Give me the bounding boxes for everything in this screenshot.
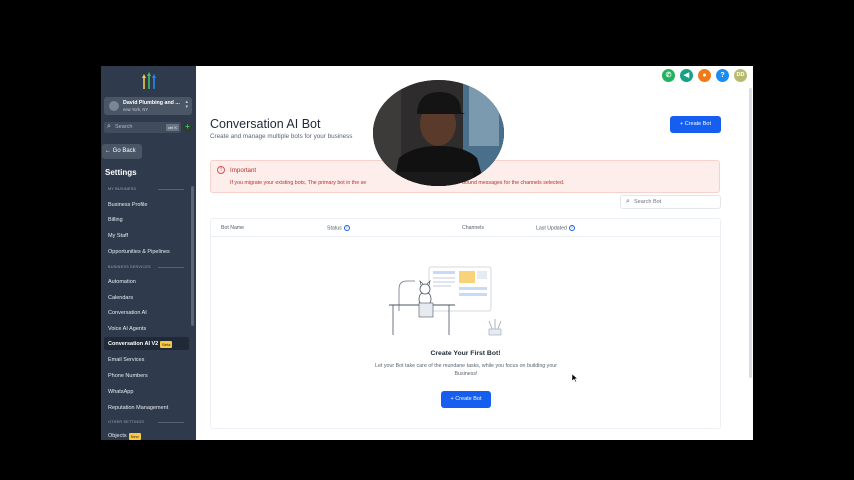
column-last-updated[interactable]: Last Updated?	[536, 225, 575, 231]
sidebar: David Plumbing and ... new York, NY ▴ ▾ ⌕…	[101, 66, 196, 440]
help-icon[interactable]: ?	[716, 69, 729, 82]
bot-search-placeholder: Search Bot	[634, 199, 662, 205]
column-label: Last Updated	[536, 225, 567, 232]
column-bot-name[interactable]: Bot Name	[221, 225, 244, 231]
settings-title: Settings	[105, 168, 137, 177]
location-avatar	[109, 101, 119, 111]
beta-badge: Beta	[160, 341, 173, 348]
quick-add-button[interactable]: +	[183, 123, 192, 132]
empty-state-title: Create Your First Bot!	[430, 350, 501, 357]
phone-icon[interactable]: ✆	[662, 69, 675, 82]
bots-table: Bot Name Status? Channels Last Updated?	[210, 218, 721, 429]
section-other-settings: OTHER SETTINGS	[108, 420, 145, 424]
sidebar-item-voice-ai-agents[interactable]: Voice AI Agents	[108, 326, 146, 332]
chevron-updown-icon: ▴ ▾	[185, 99, 188, 110]
section-divider	[158, 422, 184, 423]
go-back-button[interactable]: ← Go Back	[102, 144, 142, 159]
sidebar-item-billing[interactable]: Billing	[108, 217, 123, 223]
sidebar-item-phone-numbers[interactable]: Phone Numbers	[108, 373, 148, 379]
sidebar-item-opportunities[interactable]: Opportunities & Pipelines	[108, 249, 170, 255]
bell-icon[interactable]: ●	[698, 69, 711, 82]
mouse-cursor-icon	[572, 374, 578, 382]
user-avatar[interactable]: DD	[734, 69, 747, 82]
question-icon[interactable]: ?	[568, 225, 575, 231]
column-channels[interactable]: Channels	[462, 225, 484, 231]
sidebar-item-conversation-ai-v2[interactable]: Conversation AI V2 Beta	[108, 341, 173, 348]
sidebar-search-input[interactable]: ⌕ Search ctrl K	[104, 122, 181, 133]
go-back-label: Go Back	[112, 148, 136, 154]
alert-body: If you migrate your existing bots, The p…	[230, 180, 564, 186]
alert-body-end: bound messages for the channels selected…	[462, 180, 565, 186]
search-icon: ⌕	[107, 123, 111, 130]
account-name: David Plumbing and ...	[123, 100, 180, 106]
sidebar-item-automation[interactable]: Automation	[108, 279, 136, 285]
sidebar-item-business-profile[interactable]: Business Profile	[108, 202, 147, 208]
column-label: Status	[327, 225, 342, 232]
empty-state-description: Let your Bot take care of the mundane ta…	[375, 363, 557, 377]
sidebar-item-label: Conversation AI V2	[108, 341, 159, 347]
sidebar-item-label: Objects	[108, 433, 127, 439]
sidebar-item-reputation-management[interactable]: Reputation Management	[108, 405, 168, 411]
header-actions: ✆ ◀ ● ? DD	[662, 69, 747, 82]
brand-logo-icon	[142, 72, 156, 89]
section-divider	[158, 189, 184, 190]
create-first-bot-button[interactable]: + Create Bot	[441, 391, 491, 408]
sidebar-search-placeholder: Search	[115, 124, 133, 130]
account-location: new York, NY	[123, 107, 149, 112]
sidebar-item-my-staff[interactable]: My Staff	[108, 233, 128, 239]
alert-title: Important	[230, 167, 257, 174]
new-badge: New	[128, 433, 141, 440]
sidebar-item-email-services[interactable]: Email Services	[108, 357, 144, 363]
sidebar-scrollbar[interactable]	[191, 186, 194, 326]
sidebar-item-calendars[interactable]: Calendars	[108, 295, 133, 301]
sidebar-item-objects[interactable]: Objects New	[108, 433, 141, 440]
column-status[interactable]: Status?	[327, 225, 350, 231]
account-switcher[interactable]: David Plumbing and ... new York, NY ▴ ▾	[104, 97, 192, 115]
megaphone-icon[interactable]: ◀	[680, 69, 693, 82]
sidebar-item-conversation-ai[interactable]: Conversation AI	[108, 310, 147, 316]
main-scrollbar[interactable]	[749, 88, 752, 378]
empty-state-illustration	[389, 266, 502, 336]
page-title: Conversation AI Bot	[210, 117, 321, 131]
arrow-left-icon: ←	[105, 148, 113, 154]
search-icon: ⌕	[626, 198, 630, 205]
alert-circle-icon: !	[217, 166, 225, 174]
section-my-business: MY BUSINESS	[108, 187, 137, 191]
create-bot-button[interactable]: + Create Bot	[670, 116, 721, 133]
alert-body-start: If you migrate your existing bots, The p…	[230, 180, 367, 186]
shortcut-badge: ctrl K	[165, 124, 179, 131]
page-subtitle: Create and manage multiple bots for your…	[210, 133, 353, 140]
webcam-overlay	[373, 80, 504, 186]
section-divider	[158, 267, 184, 268]
section-business-services: BUSINESS SERVICES	[108, 265, 151, 269]
question-icon[interactable]: ?	[343, 225, 350, 231]
sidebar-item-whatsapp[interactable]: WhatsApp	[108, 389, 133, 395]
table-header: Bot Name Status? Channels Last Updated?	[211, 219, 720, 237]
bot-search-input[interactable]: ⌕ Search Bot	[620, 195, 721, 209]
